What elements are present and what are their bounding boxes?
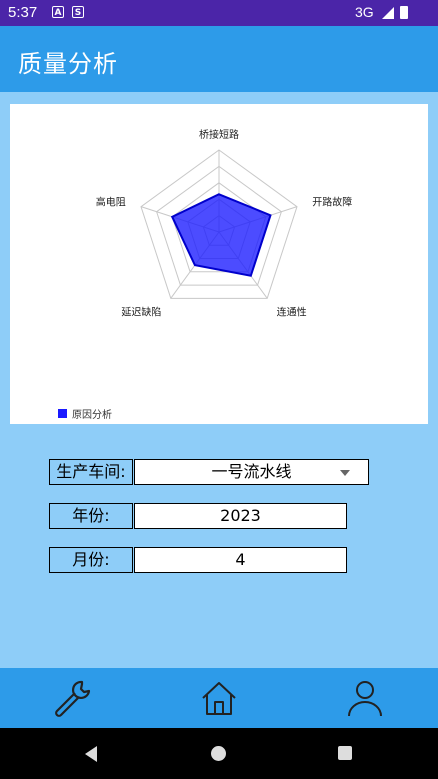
workshop-value: 一号流水线	[211, 462, 292, 481]
workshop-row: 生产车间: 一号流水线	[49, 459, 369, 485]
legend-label: 原因分析	[72, 410, 112, 421]
app-bar: 质量分析	[0, 26, 438, 92]
year-row: 年份: 2023	[49, 503, 347, 529]
page-title: 质量分析	[18, 50, 118, 78]
system-nav-bar	[0, 728, 438, 779]
radar-axis-label: 连通性	[277, 305, 307, 318]
radar-chart-card: 桥接短路开路故障连通性 延迟缺陷 高电阻 原因分析	[10, 104, 428, 424]
radar-axis-label: 延迟缺陷	[121, 305, 161, 318]
wrench-icon[interactable]	[52, 678, 96, 718]
home-button-icon[interactable]	[211, 746, 226, 761]
chart-legend: 原因分析	[58, 406, 112, 421]
workshop-dropdown[interactable]: 一号流水线	[134, 459, 369, 485]
signal-icon	[382, 7, 394, 19]
legend-swatch	[58, 409, 67, 418]
radar-axis-label: 桥接短路	[199, 128, 239, 141]
radar-axis-label: 开路故障	[312, 196, 352, 209]
bottom-nav	[0, 668, 438, 728]
recents-icon[interactable]	[338, 746, 352, 760]
year-field[interactable]: 2023	[134, 503, 347, 529]
notification-s-icon: S	[72, 6, 84, 18]
user-icon[interactable]	[343, 678, 387, 718]
year-label: 年份:	[49, 503, 133, 529]
status-time: 5:37	[8, 4, 38, 21]
status-bar: 5:37 A S 3G	[0, 0, 438, 26]
month-row: 月份: 4	[49, 547, 347, 573]
month-label: 月份:	[49, 547, 133, 573]
month-field[interactable]: 4	[134, 547, 347, 573]
network-type: 3G	[355, 4, 374, 20]
workshop-label: 生产车间:	[49, 459, 133, 485]
home-icon[interactable]	[197, 678, 241, 718]
dropdown-arrow-icon	[340, 470, 350, 476]
radar-axis-label: 高电阻	[96, 196, 126, 209]
radar-chart: 桥接短路开路故障连通性 延迟缺陷 高电阻	[96, 128, 352, 318]
battery-icon	[400, 6, 408, 19]
back-icon[interactable]	[85, 746, 97, 762]
notification-a-icon: A	[52, 6, 64, 18]
